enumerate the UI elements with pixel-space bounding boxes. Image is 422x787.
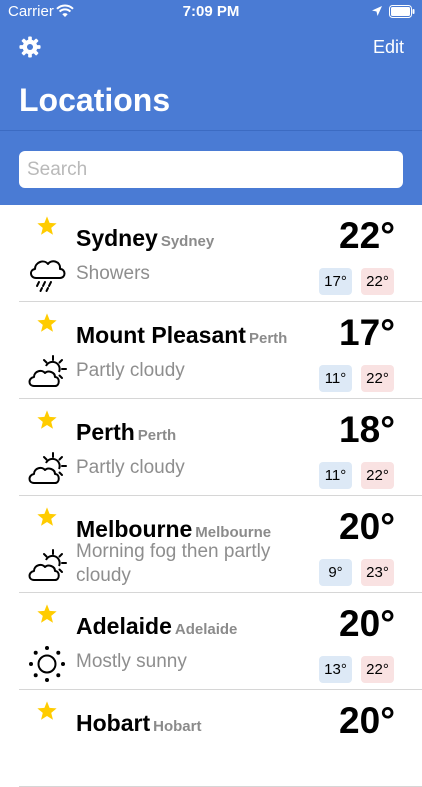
- location-row-adelaide[interactable]: Adelaide Adelaide Mostly sunny 20° 13° 22…: [0, 593, 422, 690]
- region-name: Sydney: [160, 233, 215, 250]
- star-icon[interactable]: [36, 603, 58, 625]
- status-bar: Carrier 7:09 PM: [0, 0, 422, 24]
- location-arrow-icon: [372, 6, 382, 16]
- location-row-melbourne[interactable]: Melbourne Melbourne Morning fog then part…: [0, 496, 422, 593]
- temp-min-badge: 11°: [319, 462, 352, 489]
- city-name: Melbourne Melbourne: [76, 516, 272, 542]
- temp-max-badge: 22°: [361, 268, 394, 295]
- star-icon[interactable]: [36, 700, 58, 722]
- city-name: Hobart Hobart: [76, 710, 202, 736]
- location-list: Sydney Sydney Showers 22° 17° 22° Mount P…: [0, 205, 422, 787]
- star-icon[interactable]: [36, 215, 58, 237]
- status-time: 7:09 PM: [182, 3, 240, 20]
- city-name: Sydney Sydney: [76, 225, 215, 251]
- city-name: Adelaide Adelaide: [76, 613, 238, 639]
- temp-min-badge: 13°: [319, 656, 352, 683]
- partly-cloudy-icon: [28, 355, 67, 387]
- temp-max-badge: 23°: [361, 559, 394, 586]
- current-temp: 20°: [339, 603, 395, 644]
- header-bar: Carrier 7:09 PM Edit Locations Search: [0, 0, 422, 205]
- location-row-mount-pleasant[interactable]: Mount Pleasant Perth Partly cloudy 17° 11…: [0, 302, 422, 399]
- region-name: Hobart: [153, 718, 202, 735]
- edit-button[interactable]: Edit: [373, 37, 404, 58]
- temp-max-badge: 22°: [361, 656, 394, 683]
- location-row-hobart[interactable]: Hobart Hobart 20°: [0, 690, 422, 787]
- battery-icon: [389, 5, 415, 18]
- header-divider: [0, 130, 422, 131]
- region-name: Perth: [137, 427, 177, 444]
- partly-cloudy-icon: [28, 452, 67, 484]
- page-title: Locations: [19, 82, 171, 118]
- temp-min-badge: 17°: [319, 268, 352, 295]
- star-icon[interactable]: [36, 506, 58, 528]
- region-name: Adelaide: [174, 621, 238, 638]
- gear-icon[interactable]: [19, 36, 41, 58]
- temp-min-badge: 11°: [319, 365, 352, 392]
- rain-cloud-icon: [30, 260, 66, 292]
- current-temp: 18°: [339, 409, 395, 450]
- current-temp: 22°: [339, 215, 395, 256]
- current-temp: 20°: [339, 700, 395, 741]
- condition-text: Mostly sunny: [76, 651, 187, 672]
- search-input[interactable]: [19, 151, 403, 188]
- star-icon[interactable]: [36, 409, 58, 431]
- sun-icon: [29, 646, 65, 682]
- star-icon[interactable]: [36, 312, 58, 334]
- temp-min-badge: 9°: [319, 559, 352, 586]
- location-row-sydney[interactable]: Sydney Sydney Showers 22° 17° 22°: [0, 205, 422, 302]
- condition-text: Morning fog then partly cloudy: [76, 541, 271, 586]
- temp-max-badge: 22°: [361, 365, 394, 392]
- condition-text: Partly cloudy: [76, 457, 185, 478]
- condition-text: Showers: [76, 263, 150, 284]
- current-temp: 20°: [339, 506, 395, 547]
- city-name: Mount Pleasant Perth: [76, 322, 288, 348]
- region-name: Perth: [248, 330, 288, 347]
- location-row-perth[interactable]: Perth Perth Partly cloudy 18° 11° 22°: [0, 399, 422, 496]
- condition-text: Partly cloudy: [76, 360, 185, 381]
- temp-max-badge: 22°: [361, 462, 394, 489]
- partly-cloudy-icon: [28, 549, 67, 581]
- current-temp: 17°: [339, 312, 395, 353]
- region-name: Melbourne: [195, 524, 272, 541]
- city-name: Perth Perth: [76, 419, 177, 445]
